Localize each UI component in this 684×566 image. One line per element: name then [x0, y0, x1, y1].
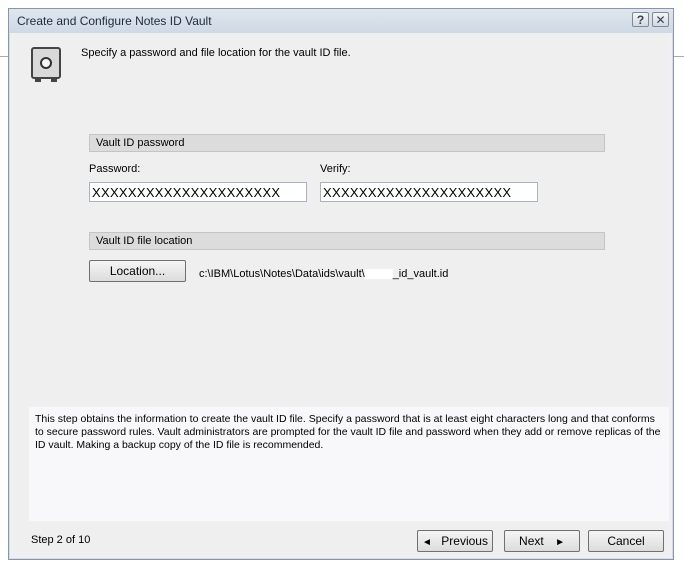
dialog-window: Create and Configure Notes ID Vault ? ✕ … [8, 8, 674, 560]
safe-foot [35, 79, 41, 82]
previous-arrow-icon: ◄ [422, 537, 432, 548]
password-input[interactable] [89, 182, 307, 202]
path-prefix: c:\IBM\Lotus\Notes\Data\ids\vault\ [199, 268, 365, 280]
previous-button[interactable]: ◄ Previous [417, 530, 493, 552]
dialog-content: Specify a password and file location for… [15, 33, 669, 555]
path-suffix: _id_vault.id [392, 268, 449, 280]
verify-input[interactable] [320, 182, 538, 202]
password-label: Password: [89, 163, 141, 175]
vault-file-path: c:\IBM\Lotus\Notes\Data\ids\vault\ _id_va… [199, 268, 448, 280]
header-instruction: Specify a password and file location for… [81, 47, 351, 59]
step-indicator: Step 2 of 10 [31, 534, 91, 546]
next-label: Next [519, 534, 544, 548]
safe-dial [40, 57, 52, 69]
vault-file-location-section-header: Vault ID file location [89, 232, 605, 250]
help-button[interactable]: ? [632, 12, 649, 27]
safe-foot [51, 79, 57, 82]
previous-label: Previous [441, 534, 488, 548]
next-button[interactable]: Next ► [504, 530, 580, 552]
next-arrow-icon: ► [555, 537, 565, 548]
vault-password-section-header: Vault ID password [89, 134, 605, 152]
info-panel: This step obtains the information to cre… [29, 407, 669, 521]
cancel-button[interactable]: Cancel [588, 530, 664, 552]
verify-label: Verify: [320, 163, 351, 175]
close-button[interactable]: ✕ [652, 12, 669, 27]
safe-icon [31, 47, 61, 82]
location-button[interactable]: Location... [89, 260, 186, 282]
title-bar[interactable]: Create and Configure Notes ID Vault ? ✕ [9, 9, 673, 33]
redacted-name [364, 269, 393, 280]
window-title: Create and Configure Notes ID Vault [17, 14, 212, 28]
background-divider [674, 56, 684, 57]
